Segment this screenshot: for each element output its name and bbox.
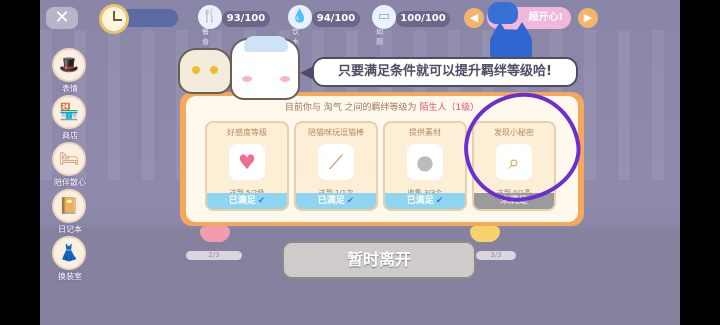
menu-item-companion[interactable]: 🛏 陪伴散心 — [52, 142, 88, 188]
check-icon: ✔ — [435, 196, 444, 206]
grey-cat-character — [178, 48, 232, 94]
next-cat-button[interactable]: ▶ — [578, 8, 598, 28]
cat-eye — [192, 66, 200, 74]
bed-icon: 🛏 — [52, 142, 86, 176]
box-icon: ▭ — [372, 5, 396, 29]
menu-item-wardrobe[interactable]: 👗 换装室 — [52, 236, 88, 282]
check-icon: ✔ — [257, 196, 266, 206]
water-value: 94/100 — [312, 11, 360, 27]
game-screen: ✕ 93/100 🍴 餐食 94/100 💧 饮水 100/100 ▭ 如厕 ◀… — [0, 0, 720, 325]
status-badge: 已满足 ✔ — [385, 193, 465, 209]
status-text: 已满足 — [228, 196, 256, 206]
food-value: 93/100 — [222, 11, 270, 27]
fork-knife-icon: 🍴 — [198, 5, 222, 29]
menu-item-shop[interactable]: 🏪 商店 — [52, 95, 88, 141]
status-badge: 已满足 ✔ — [296, 193, 376, 209]
white-cat-character — [230, 36, 300, 100]
cat-cap — [244, 36, 288, 52]
menu-label: 表情 — [62, 84, 78, 93]
food-caption: 餐食 — [202, 28, 209, 46]
water-bowl[interactable] — [470, 226, 500, 242]
bond-level-prefix: 目前你与 淘气 之间的羁绊等级为 — [284, 103, 417, 113]
clean-caption: 如厕 — [376, 28, 383, 46]
cat-eye — [210, 66, 218, 74]
menu-label: 商店 — [62, 131, 78, 140]
floor-progress-right: 3/3 — [476, 251, 516, 260]
ball-icon: ● — [407, 144, 443, 180]
requirement-card-materials[interactable]: 提供素材 ● 收集 3/3个 已满足✔ — [383, 121, 467, 211]
status-text: 已满足 — [317, 196, 345, 206]
mood-cat-icon — [488, 2, 518, 24]
cat-blush — [280, 76, 290, 82]
card-title: 好感度等级 — [227, 128, 267, 137]
card-title: 提供素材 — [409, 128, 441, 137]
leave-button[interactable]: 暂时离开 — [282, 241, 476, 279]
prev-cat-button[interactable]: ◀ — [464, 8, 484, 28]
letterbox-right — [680, 0, 720, 325]
requirement-card-affection[interactable]: 好感度等级 ♥ 达到 5/2级 已满足✔ — [205, 121, 289, 211]
status-badge: 已满足 ✔ — [207, 193, 287, 209]
menu-label: 陪伴散心 — [54, 178, 86, 187]
floor-progress-left: 2/3 — [186, 251, 242, 260]
close-button[interactable]: ✕ — [46, 7, 78, 29]
menu-item-costume[interactable]: 🎩 表情 — [52, 48, 88, 94]
menu-item-diary[interactable]: 📔 日记本 — [52, 189, 88, 235]
wardrobe-icon: 👗 — [52, 236, 86, 270]
speech-bubble: 只要满足条件就可以提升羁绊等级哈! — [312, 57, 578, 87]
letterbox-left — [0, 0, 40, 325]
status-text: 已满足 — [406, 196, 434, 206]
diary-icon: 📔 — [52, 189, 86, 223]
card-title: 陪猫咪玩逗猫棒 — [308, 128, 364, 137]
check-icon: ✔ — [346, 196, 355, 206]
water-bottle-icon: 💧 — [288, 5, 312, 29]
shop-icon: 🏪 — [52, 95, 86, 129]
menu-label: 日记本 — [58, 225, 82, 234]
cat-teaser-icon: ⟋ — [318, 144, 354, 180]
food-bowl[interactable] — [200, 226, 230, 242]
bond-rank: 陌生人（1级） — [419, 103, 480, 113]
heart-icon: ♥ — [229, 144, 265, 180]
requirement-card-teaser[interactable]: 陪猫咪玩逗猫棒 ⟋ 达到 1/1次 已满足✔ — [294, 121, 378, 211]
clean-value: 100/100 — [396, 11, 450, 27]
clock-icon — [99, 4, 129, 34]
cat-blush — [242, 76, 252, 82]
menu-label: 换装室 — [58, 272, 82, 281]
hat-icon: 🎩 — [52, 48, 86, 82]
blue-cat-character — [490, 22, 532, 60]
